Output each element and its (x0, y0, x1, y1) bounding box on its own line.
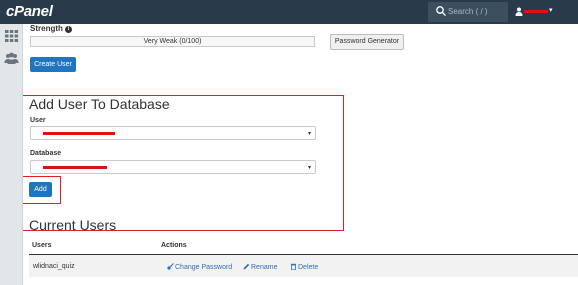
key-icon (167, 263, 174, 270)
database-select[interactable]: ▾ (30, 160, 316, 174)
strength-label: Strength i (30, 24, 72, 33)
pencil-icon (243, 263, 250, 270)
main-content: Strength i Very Weak (0/100) Password Gen… (23, 24, 578, 285)
grid-icon[interactable] (4, 29, 19, 43)
user-field-label: User (30, 117, 46, 124)
add-button[interactable]: Add (29, 182, 52, 197)
column-header-users: Users (32, 242, 52, 249)
current-users-title: Current Users (29, 217, 117, 233)
change-password-link[interactable]: Change Password (167, 263, 232, 271)
user-menu[interactable]: ▾ (512, 5, 556, 19)
left-sidebar (0, 24, 23, 285)
user-icon (515, 7, 523, 16)
strength-meter: Very Weak (0/100) (30, 36, 315, 47)
create-user-button[interactable]: Create User (30, 57, 76, 72)
column-header-actions: Actions (161, 242, 187, 249)
search-box[interactable]: Search ( / ) (428, 2, 508, 22)
redacted-user-value (43, 132, 115, 135)
info-icon[interactable]: i (64, 26, 72, 33)
redacted-database-value (43, 166, 107, 169)
users-icon[interactable] (4, 51, 19, 65)
redacted-username (524, 10, 548, 13)
chevron-down-icon: ▾ (307, 165, 311, 171)
user-select[interactable]: ▾ (30, 126, 316, 140)
delete-link[interactable]: Delete (290, 263, 318, 271)
password-generator-button[interactable]: Password Generator (330, 34, 404, 50)
trash-icon (291, 263, 296, 270)
chevron-down-icon: ▾ (549, 7, 553, 14)
user-cell: wlidnaci_quiz (33, 263, 75, 270)
chevron-down-icon: ▾ (307, 131, 311, 137)
rename-link[interactable]: Rename (243, 263, 277, 271)
cpanel-logo[interactable]: cPanel (6, 3, 53, 20)
database-field-label: Database (30, 150, 62, 157)
search-placeholder: Search ( / ) (448, 7, 488, 16)
top-bar: cPanel Search ( / ) ▾ (0, 0, 578, 24)
search-icon (436, 6, 446, 16)
add-user-to-database-title: Add User To Database (29, 96, 170, 112)
